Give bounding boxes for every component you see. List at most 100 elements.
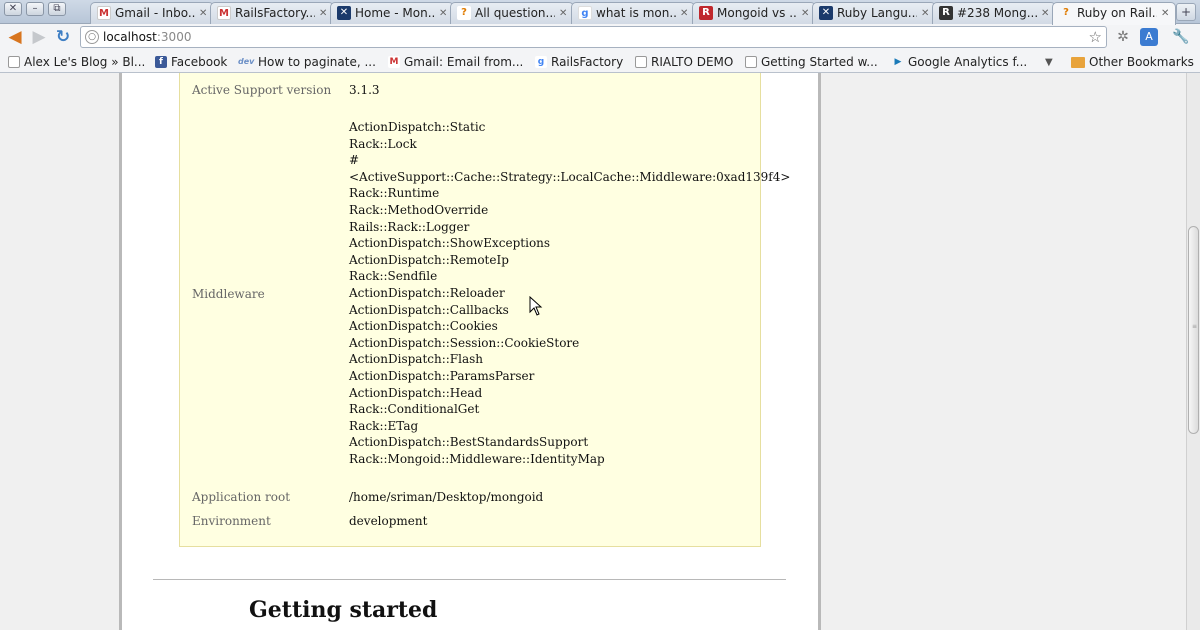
section-divider [153, 579, 786, 580]
bookmark-alex-le-blog[interactable]: Alex Le's Blog » Bl... [8, 54, 145, 70]
translate-icon[interactable]: A [1140, 28, 1158, 46]
bookmark-label: Facebook [171, 55, 228, 69]
middleware-list: ActionDispatch::Static Rack::Lock # <Act… [349, 119, 790, 467]
middleware-item: Rack::Runtime [349, 186, 440, 201]
google-icon: g [535, 56, 547, 68]
middleware-item: ActionDispatch::Head [349, 385, 483, 400]
tab-title: Ruby on Rail... [1077, 6, 1157, 20]
dev-icon: dev [238, 57, 255, 66]
tab-title: RailsFactory... [235, 6, 315, 20]
page-icon [8, 56, 20, 68]
mongoid-x-icon: ✕ [819, 6, 833, 20]
analytics-icon: ▶ [894, 57, 902, 67]
active-support-value: 3.1.3 [349, 83, 380, 97]
google-icon: g [578, 6, 592, 20]
tab-railsfactory[interactable]: M RailsFactory... ✕ [210, 2, 334, 24]
bookmark-how-to-paginate[interactable]: dev How to paginate, ... [238, 54, 376, 70]
tab-ruby-on-rails[interactable]: ? Ruby on Rail... ✕ [1052, 2, 1176, 25]
bookmark-label: RIALTO DEMO [651, 55, 734, 69]
middleware-item: ActionDispatch::Callbacks [349, 302, 509, 317]
middleware-item: ActionDispatch::BestStandardsSupport [349, 435, 589, 450]
question-icon: ? [1063, 7, 1069, 18]
tab-close-icon[interactable]: ✕ [199, 6, 209, 21]
facebook-icon: f [155, 56, 167, 68]
tab-close-icon[interactable]: ✕ [1041, 6, 1051, 21]
tab-mongoid-vs[interactable]: R Mongoid vs ... ✕ [692, 2, 816, 24]
tab-railscasts-238[interactable]: R #238 Mong... ✕ [932, 2, 1056, 24]
bookmarks-bar: Alex Le's Blog » Bl... f Facebook dev Ho… [0, 51, 1200, 73]
tab-gmail-inbox[interactable]: M Gmail - Inbo... ✕ [90, 2, 214, 24]
environment-label: Environment [192, 514, 271, 528]
question-icon: ? [457, 6, 471, 20]
tab-title: #238 Mong... [957, 6, 1037, 20]
middleware-item: ActionDispatch::ParamsParser [349, 368, 535, 383]
gmail-icon: M [388, 56, 400, 68]
tab-close-icon[interactable]: ✕ [559, 6, 569, 21]
new-tab-button[interactable]: + [1176, 3, 1196, 21]
middleware-label: Middleware [192, 287, 265, 301]
tab-close-icon[interactable]: ✕ [921, 6, 931, 21]
window-minimize-button[interactable]: – [26, 2, 44, 16]
middleware-item: Rack::ConditionalGet [349, 402, 480, 417]
tab-home-mongoid[interactable]: ✕ Home - Mon... ✕ [330, 2, 454, 24]
tab-close-icon[interactable]: ✕ [680, 6, 690, 21]
bookmark-label: Getting Started w... [761, 55, 878, 69]
application-root-value: /home/sriman/Desktop/mongoid [349, 490, 544, 504]
bookmark-label: RailsFactory [551, 55, 624, 69]
active-support-label: Active Support version [192, 83, 332, 97]
bookmark-label: Alex Le's Blog » Bl... [24, 55, 146, 69]
middleware-item: <ActiveSupport::Cache::Strategy::LocalCa… [349, 169, 791, 184]
tab-close-icon[interactable]: ✕ [439, 6, 449, 21]
middleware-item: Rack::Lock [349, 136, 417, 151]
tab-close-icon[interactable]: ✕ [319, 6, 329, 21]
forward-arrow-icon[interactable]: ▶ [29, 27, 49, 47]
window-maximize-button[interactable]: ⧉ [48, 2, 66, 16]
getting-started-heading: Getting started [249, 597, 438, 623]
page-info-icon[interactable]: ○ [85, 30, 99, 44]
tab-title: All question... [475, 6, 555, 20]
bookmark-google-analytics[interactable]: ▶ Google Analytics f... [892, 54, 1028, 70]
tab-all-questions[interactable]: ? All question... ✕ [450, 2, 574, 24]
scrollbar-grip-icon: ≡ [1192, 323, 1198, 330]
middleware-item: ActionDispatch::Cookies [349, 319, 498, 334]
window-close-button[interactable]: ✕ [4, 2, 22, 16]
tab-what-is-mongoid[interactable]: g what is mon... ✕ [571, 2, 695, 24]
mouse-cursor-icon [529, 296, 543, 316]
other-bookmarks-folder[interactable]: Other Bookmarks [1071, 54, 1194, 70]
bookmark-gmail[interactable]: M Gmail: Email from... [388, 54, 523, 70]
bookmarks-overflow-button[interactable]: ▼ [1045, 54, 1053, 70]
wrench-icon[interactable]: 🔧 [1172, 28, 1190, 46]
tab-title: Ruby Langu... [837, 6, 917, 20]
page-viewport: Active Support version 3.1.3 Middleware … [0, 73, 1200, 630]
bookmark-label: How to paginate, ... [258, 55, 376, 69]
middleware-item: Rack::MethodOverride [349, 202, 489, 217]
tab-title: Mongoid vs ... [717, 6, 797, 20]
vertical-scrollbar[interactable]: ≡ [1186, 73, 1200, 630]
bookmark-rialto-demo[interactable]: RIALTO DEMO [635, 54, 733, 70]
url-text[interactable]: localhost:3000 [103, 30, 191, 44]
back-arrow-icon[interactable]: ◀ [5, 27, 25, 47]
railscasts-icon: R [939, 6, 953, 20]
page-icon [635, 56, 647, 68]
tab-close-icon[interactable]: ✕ [1161, 6, 1171, 21]
application-root-label: Application root [192, 490, 291, 504]
page-icon [745, 56, 757, 68]
bookmark-star-icon[interactable]: ☆ [1089, 28, 1102, 46]
middleware-item: ActionDispatch::ShowExceptions [349, 236, 551, 251]
tab-title: what is mon... [596, 6, 676, 20]
bookmark-getting-started[interactable]: Getting Started w... [745, 54, 878, 70]
bookmark-label: Google Analytics f... [908, 55, 1028, 69]
middleware-item: ActionDispatch::Session::CookieStore [349, 335, 580, 350]
bookmark-railsfactory[interactable]: g RailsFactory [535, 54, 623, 70]
tab-title: Gmail - Inbo... [115, 6, 195, 20]
bookmark-label: Gmail: Email from... [404, 55, 524, 69]
reload-icon[interactable]: ↻ [53, 27, 73, 47]
bookmark-facebook[interactable]: f Facebook [155, 54, 227, 70]
extension-icon[interactable]: ✲ [1114, 28, 1132, 46]
tab-close-icon[interactable]: ✕ [801, 6, 811, 21]
middleware-item: Rack::Mongoid::Middleware::IdentityMap [349, 451, 605, 466]
scrollbar-thumb[interactable]: ≡ [1188, 226, 1199, 434]
browser-toolbar: ◀ ▶ ↻ ○ localhost:3000 ☆ ✲ A 🔧 [0, 24, 1200, 51]
address-bar[interactable]: ○ localhost:3000 ☆ [80, 26, 1107, 48]
tab-ruby-language[interactable]: ✕ Ruby Langu... ✕ [812, 2, 936, 24]
